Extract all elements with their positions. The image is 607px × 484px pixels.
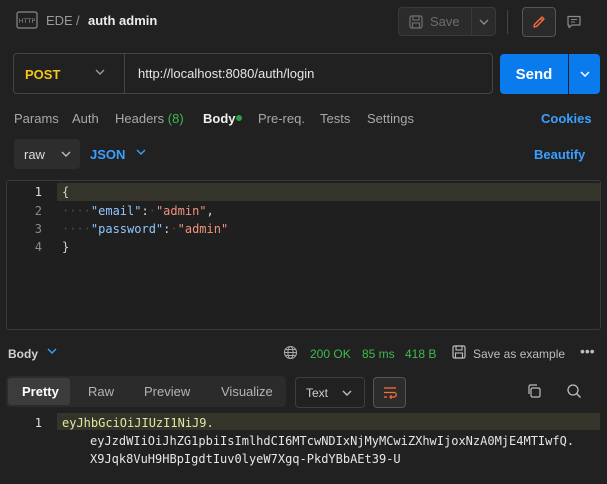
response-token-line: eyJhbGciOiJIUzI1NiJ9. <box>62 416 214 430</box>
response-format-select[interactable]: Text <box>295 377 365 408</box>
send-button[interactable]: Send <box>500 54 568 94</box>
code-line: ····"password":·"admin" <box>62 222 229 236</box>
space-marker: · <box>170 222 178 236</box>
request-name[interactable]: auth admin <box>88 13 157 28</box>
url-input[interactable]: http://localhost:8080/auth/login <box>138 66 314 81</box>
save-icon[interactable] <box>452 345 466 359</box>
chevron-down-icon <box>479 19 488 25</box>
json-key: "password" <box>90 222 164 236</box>
copy-icon[interactable] <box>526 383 542 399</box>
tab-prereq[interactable]: Pre-req. <box>258 111 305 126</box>
tab-body[interactable]: Body <box>203 111 236 126</box>
response-time[interactable]: 85 ms <box>362 347 395 361</box>
line-number: 3 <box>34 222 42 236</box>
code-line: { <box>62 185 70 199</box>
response-token-line: X9Jqk8VuH9HBpIgdtIuv0lyeW7Xgq-PkdYBbAEt3… <box>90 452 401 466</box>
save-options-button[interactable] <box>472 7 496 36</box>
more-options-icon[interactable]: ••• <box>580 343 595 359</box>
tab-raw[interactable]: Raw <box>88 384 114 399</box>
globe-icon[interactable] <box>283 345 298 360</box>
code-line: } <box>62 240 70 254</box>
header-divider <box>507 10 508 34</box>
save-icon <box>409 14 423 29</box>
line-number: 1 <box>34 416 42 430</box>
tab-visualize[interactable]: Visualize <box>221 384 273 399</box>
space-marker: · <box>148 204 156 218</box>
body-mode-label: raw <box>24 146 45 162</box>
method-select[interactable]: POST <box>25 67 60 82</box>
send-options-button[interactable] <box>569 54 600 94</box>
http-app-icon: HTTP <box>16 11 38 29</box>
line-number: 4 <box>34 240 42 254</box>
save-button[interactable]: Save <box>398 7 472 36</box>
save-as-example-button[interactable]: Save as example <box>473 347 565 361</box>
tab-auth[interactable]: Auth <box>72 111 99 126</box>
wrap-lines-icon <box>383 386 397 399</box>
pencil-icon <box>533 16 545 28</box>
svg-text:HTTP: HTTP <box>19 17 36 25</box>
code-line: ····"email":·"admin", <box>62 204 214 218</box>
json-value: "admin" <box>177 222 229 236</box>
headers-count: (8) <box>167 111 184 126</box>
beautify-button[interactable]: Beautify <box>534 147 585 162</box>
chevron-down-icon[interactable] <box>136 149 146 155</box>
body-indicator-dot <box>236 115 242 121</box>
breadcrumb-workspace[interactable]: EDE <box>46 13 73 28</box>
comment-icon <box>567 15 581 29</box>
indent-marker: ···· <box>62 222 91 236</box>
active-line-highlight <box>57 183 600 201</box>
breadcrumb-separator: / <box>76 13 80 28</box>
line-number: 1 <box>34 185 42 199</box>
tab-params[interactable]: Params <box>14 111 59 126</box>
chevron-down-icon <box>61 151 71 157</box>
cookies-link[interactable]: Cookies <box>541 111 592 126</box>
request-body-editor[interactable] <box>6 180 601 330</box>
chevron-down-icon <box>579 71 590 77</box>
response-section-label[interactable]: Body <box>8 347 38 361</box>
tab-headers-label: Headers <box>115 111 165 126</box>
body-language-select[interactable]: JSON <box>90 147 125 162</box>
edit-button[interactable] <box>522 7 556 37</box>
wrap-lines-button[interactable] <box>373 377 406 408</box>
save-label: Save <box>430 14 460 29</box>
response-format-label: Text <box>306 385 329 400</box>
tab-headers[interactable]: Headers (8) <box>115 111 184 126</box>
tab-settings[interactable]: Settings <box>367 111 414 126</box>
chevron-down-icon[interactable] <box>47 348 57 354</box>
line-number: 2 <box>34 204 42 218</box>
status-code[interactable]: 200 OK <box>310 347 351 361</box>
json-key: "email" <box>90 204 142 218</box>
comments-button[interactable] <box>558 7 590 37</box>
indent-marker: ···· <box>62 204 91 218</box>
tab-pretty[interactable]: Pretty <box>22 384 59 399</box>
tab-preview[interactable]: Preview <box>144 384 190 399</box>
search-icon[interactable] <box>566 383 582 399</box>
tab-tests[interactable]: Tests <box>320 111 350 126</box>
body-mode-select[interactable]: raw <box>14 139 80 169</box>
json-value: "admin" <box>155 204 207 218</box>
chevron-down-icon[interactable] <box>95 69 105 75</box>
chevron-down-icon <box>342 390 352 396</box>
response-size[interactable]: 418 B <box>405 347 436 361</box>
response-token-line: eyJzdWIiOiJhZG1pbiIsImlhdCI6MTcwNDIxNjMy… <box>90 434 575 448</box>
url-separator <box>124 54 125 93</box>
